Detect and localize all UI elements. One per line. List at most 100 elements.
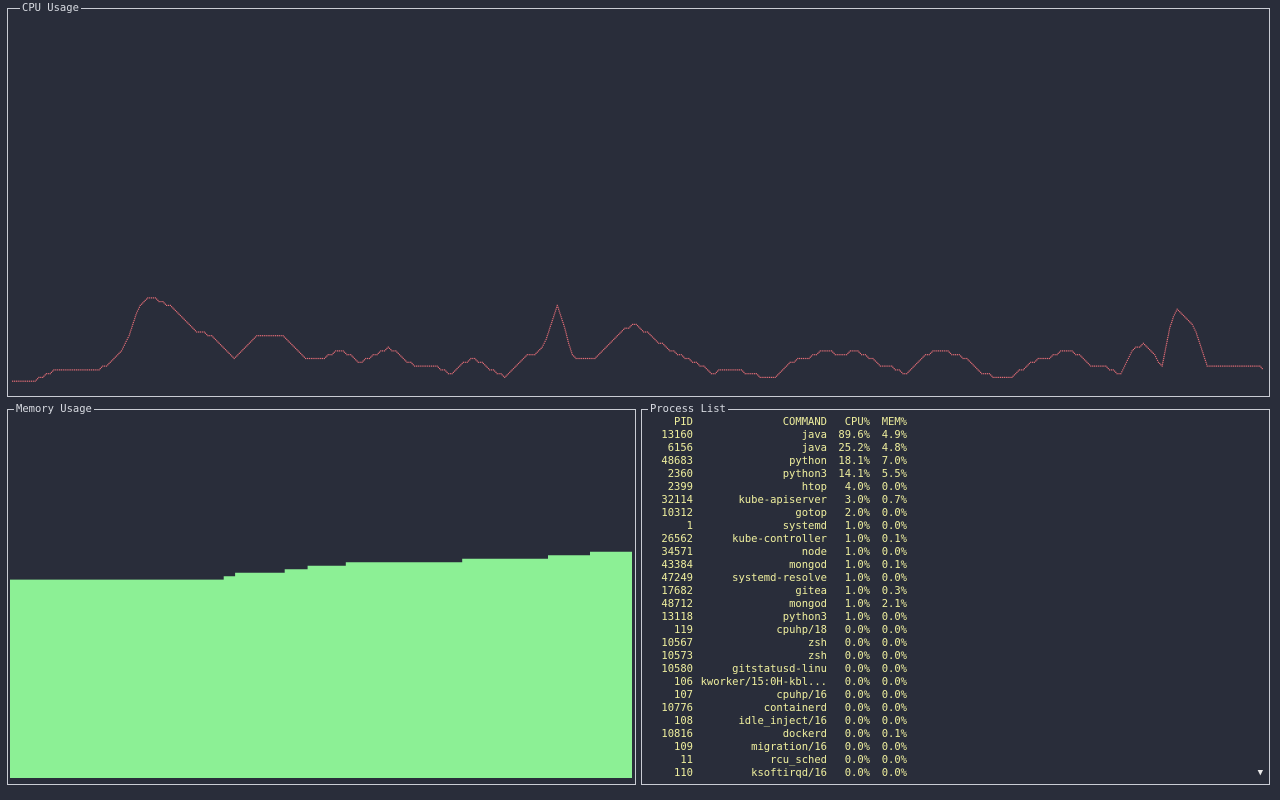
cpu-data-point xyxy=(958,354,960,356)
cpu-data-point xyxy=(795,359,798,361)
cpu-data-point xyxy=(12,380,14,382)
cpu-data-point xyxy=(646,331,649,333)
cpu-data-point xyxy=(1236,365,1238,367)
cpu-data-point xyxy=(536,351,538,353)
cpu-data-point xyxy=(829,350,831,352)
cpu-data-point xyxy=(209,335,211,337)
cpu-data-point xyxy=(512,368,515,370)
cpu-data-point xyxy=(1163,354,1165,356)
cpu-data-point xyxy=(248,342,250,344)
cpu-data-point xyxy=(676,354,679,356)
cpu-data-point xyxy=(1122,369,1124,371)
process-command: ksoftirqd/16 xyxy=(751,767,827,779)
cpu-data-point xyxy=(224,349,227,351)
cpu-data-point xyxy=(874,360,876,362)
process-command: dockerd xyxy=(782,728,827,740)
cpu-data-point xyxy=(109,361,111,363)
cpu-data-point xyxy=(163,302,165,304)
cpu-data-point xyxy=(723,369,726,371)
cpu-data-point xyxy=(558,310,560,312)
cpu-data-point xyxy=(1020,369,1022,371)
process-cpu: 89.6% xyxy=(838,429,870,441)
process-mem: 0.1% xyxy=(881,533,907,545)
cpu-data-point xyxy=(470,357,472,360)
cpu-data-point xyxy=(840,354,842,356)
cpu-data-point xyxy=(207,335,209,337)
process-cpu: 0.0% xyxy=(844,767,870,779)
cpu-data-point xyxy=(378,351,381,353)
cpu-data-point xyxy=(222,346,224,348)
process-pid: 43384 xyxy=(661,559,693,571)
cpu-data-point xyxy=(122,346,124,348)
cpu-data-point xyxy=(285,337,287,339)
cpu-data-point xyxy=(1050,356,1052,358)
cpu-data-point xyxy=(1184,316,1186,318)
cpu-data-point xyxy=(1009,376,1011,378)
cpu-data-point xyxy=(819,350,821,352)
cpu-data-point xyxy=(651,336,654,338)
cpu-data-point xyxy=(603,349,605,351)
cpu-data-point xyxy=(1015,373,1017,375)
cpu-data-point xyxy=(548,331,550,333)
process-table[interactable]: PID COMMAND CPU% MEM% 13160 java 89.6% 4.9%… xyxy=(648,416,1263,779)
cpu-data-point xyxy=(1155,357,1158,360)
cpu-data-point xyxy=(430,365,433,367)
cpu-data-point xyxy=(1198,340,1200,342)
cpu-data-point xyxy=(917,361,919,363)
cpu-data-point xyxy=(1255,365,1257,367)
cpu-data-point xyxy=(1182,314,1185,317)
cpu-data-point xyxy=(253,337,255,339)
cpu-data-point xyxy=(119,351,121,353)
cpu-data-point xyxy=(951,354,953,356)
cpu-data-point xyxy=(105,365,108,367)
cpu-data-point xyxy=(133,320,135,322)
cpu-data-point xyxy=(542,344,544,346)
cpu-data-point xyxy=(177,312,179,314)
cpu-data-point xyxy=(873,359,875,361)
cpu-data-point xyxy=(1141,344,1143,346)
cpu-data-point xyxy=(102,365,104,367)
cpu-data-point xyxy=(847,352,849,354)
cpu-data-point xyxy=(408,361,410,363)
cpu-data-point xyxy=(405,360,407,362)
cpu-data-point xyxy=(777,374,779,376)
cpu-data-point xyxy=(118,352,120,354)
cpu-data-point xyxy=(967,359,969,361)
cpu-data-point xyxy=(89,369,91,371)
cpu-usage-graph xyxy=(12,297,1263,382)
cpu-data-point xyxy=(401,356,403,358)
cpu-data-point xyxy=(785,365,788,367)
cpu-data-point xyxy=(476,360,478,362)
cpu-data-point xyxy=(406,361,408,363)
cpu-data-point xyxy=(522,357,525,360)
cpu-data-point xyxy=(351,355,353,357)
cpu-data-point xyxy=(891,365,893,367)
cpu-data-point xyxy=(1045,357,1047,360)
cpu-data-point xyxy=(427,365,429,367)
cpu-data-point xyxy=(1118,373,1120,375)
cpu-data-point xyxy=(849,350,851,352)
scroll-down-icon[interactable]: ▼ xyxy=(1258,768,1263,778)
cpu-data-point xyxy=(1165,344,1167,346)
cpu-data-point xyxy=(1223,365,1225,367)
cpu-data-point xyxy=(283,336,285,338)
cpu-data-point xyxy=(727,369,729,371)
cpu-data-point xyxy=(1199,344,1201,346)
header-command[interactable]: COMMAND xyxy=(698,416,827,429)
cpu-data-point xyxy=(836,354,838,356)
cpu-data-point xyxy=(99,368,101,370)
header-mem[interactable]: MEM% xyxy=(870,416,907,429)
header-pid[interactable]: PID xyxy=(648,416,693,429)
header-cpu[interactable]: CPU% xyxy=(828,416,870,429)
cpu-data-point xyxy=(191,326,193,328)
cpu-data-point xyxy=(571,354,573,356)
cpu-data-point xyxy=(611,340,613,342)
cpu-data-point xyxy=(217,341,219,343)
cpu-data-point xyxy=(528,354,530,356)
cpu-data-point xyxy=(398,354,401,356)
cpu-data-point xyxy=(800,357,803,360)
cpu-data-point xyxy=(265,335,267,337)
cpu-data-point xyxy=(414,365,416,367)
cpu-data-point xyxy=(181,316,183,318)
cpu-data-point xyxy=(227,351,229,353)
